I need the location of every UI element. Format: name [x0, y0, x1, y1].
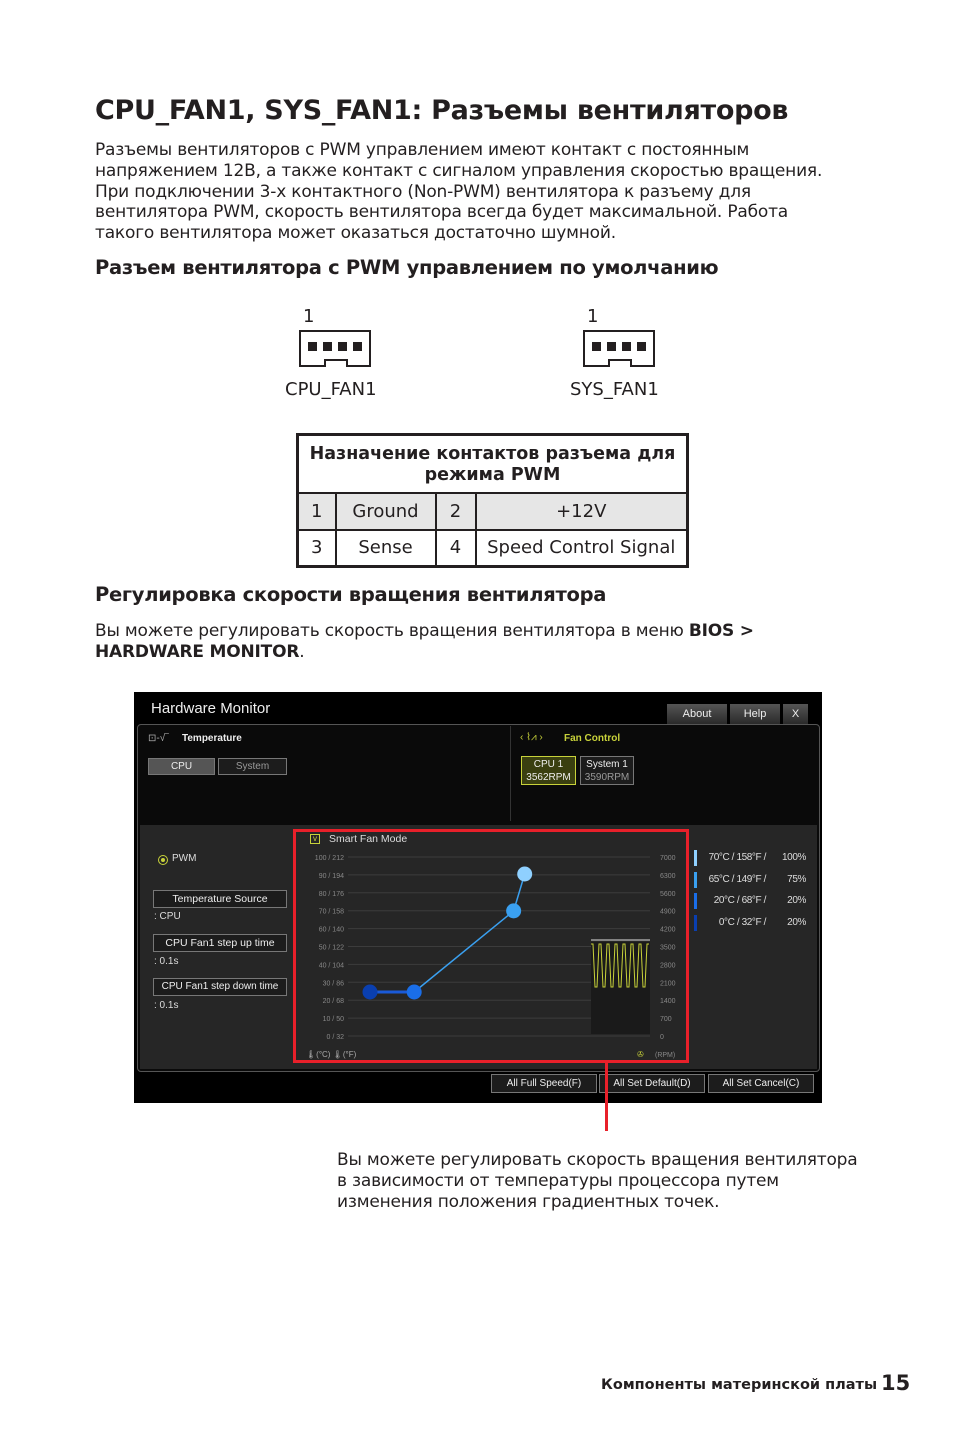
table-row: 1 Ground 2 +12V — [296, 491, 689, 531]
table-cell: Speed Control Signal — [474, 528, 689, 568]
table-header: Назначение контактов разъема для режима P… — [296, 433, 689, 494]
legend-color-bar — [694, 914, 697, 931]
cpu-fan1-label: CPU_FAN1 — [285, 379, 377, 400]
legend-percent: 20% — [787, 895, 806, 906]
legend-color-bar — [694, 893, 697, 909]
intro-line: Разъемы вентиляторов с PWM управлением и… — [95, 140, 750, 160]
legend-temp: 65°C / 149°F / — [708, 873, 767, 885]
table-row: 3 Sense 4 Speed Control Signal — [296, 528, 689, 568]
caption-line: Вы можете регулировать скорость вращения… — [337, 1150, 858, 1170]
legend-percent: 100% — [782, 852, 806, 863]
footer-section: Компоненты материнской платы — [601, 1377, 878, 1393]
table-header-line: режима PWM — [424, 464, 561, 485]
legend-color-bar — [694, 871, 697, 888]
table-cell: 1 — [296, 491, 337, 531]
sys-fan1-label: SYS_FAN1 — [570, 379, 659, 400]
bios-instruction-paragraph: Вы можете регулировать скорость вращения… — [95, 621, 815, 663]
legend-temp: 70°C / 158°F / — [708, 852, 767, 863]
text: . — [299, 641, 305, 662]
section-heading-pwm-connector: Разъем вентилятора с PWM управлением по … — [95, 256, 719, 279]
highlight-box — [293, 829, 689, 1063]
pin1-label: 1 — [587, 306, 599, 327]
page-number: 15 — [881, 1371, 911, 1395]
intro-line: напряжением 12В, а также контакт с сигна… — [95, 160, 823, 181]
callout-line — [605, 1062, 608, 1131]
table-cell: +12V — [474, 491, 689, 531]
text: Вы можете регулировать скорость вращения… — [95, 621, 689, 641]
bios-menu-ref: BIOS > — [688, 621, 754, 641]
intro-paragraph: Разъемы вентиляторов с PWM управлением и… — [95, 140, 822, 244]
legend-temp: 0°C / 32°F / — [718, 916, 767, 928]
table-cell: Sense — [334, 528, 437, 568]
all-set-cancel-button[interactable]: All Set Cancel(C) — [708, 1074, 814, 1093]
intro-line: такого вентилятора может оказаться доста… — [95, 223, 616, 244]
cpu-fan1-connector-diagram — [299, 330, 371, 367]
sys-fan1-connector-diagram — [583, 330, 655, 367]
intro-line: При подключении 3-х контактного (Non-PWM… — [95, 181, 751, 202]
legend-percent: 20% — [787, 916, 806, 928]
table-cell: Ground — [334, 491, 437, 531]
legend-temp: 20°C / 68°F / — [713, 895, 767, 906]
section-heading-fan-speed: Регулировка скорости вращения вентилятор… — [95, 583, 607, 606]
pin-assignment-table: Назначение контактов разъема для режима P… — [296, 433, 689, 568]
caption-line: в зависимости от температуры процессора … — [337, 1170, 779, 1191]
legend-color-bar — [694, 850, 697, 866]
caption: Вы можете регулировать скорость вращения… — [337, 1150, 858, 1212]
pin1-label: 1 — [303, 306, 315, 327]
table-header-line: Назначение контактов разъема для — [309, 443, 676, 464]
page-title: CPU_FAN1, SYS_FAN1: Разъемы вентиляторов — [95, 95, 789, 126]
caption-line: изменения положения градиентных точек. — [337, 1191, 720, 1212]
hardware-monitor-ref: HARDWARE MONITOR — [95, 641, 300, 662]
table-cell: 3 — [296, 528, 337, 568]
legend-percent: 75% — [787, 873, 806, 885]
all-full-speed-button[interactable]: All Full Speed(F) — [491, 1074, 597, 1093]
bios-hardware-monitor-screenshot: Hardware Monitor About Help X ⊡-√‾ Tempe… — [134, 692, 822, 1103]
table-cell: 4 — [434, 528, 477, 568]
all-set-default-button[interactable]: All Set Default(D) — [599, 1074, 705, 1093]
intro-line: вентилятора PWM, скорость вентилятора вс… — [95, 202, 788, 223]
table-cell: 2 — [434, 491, 477, 531]
